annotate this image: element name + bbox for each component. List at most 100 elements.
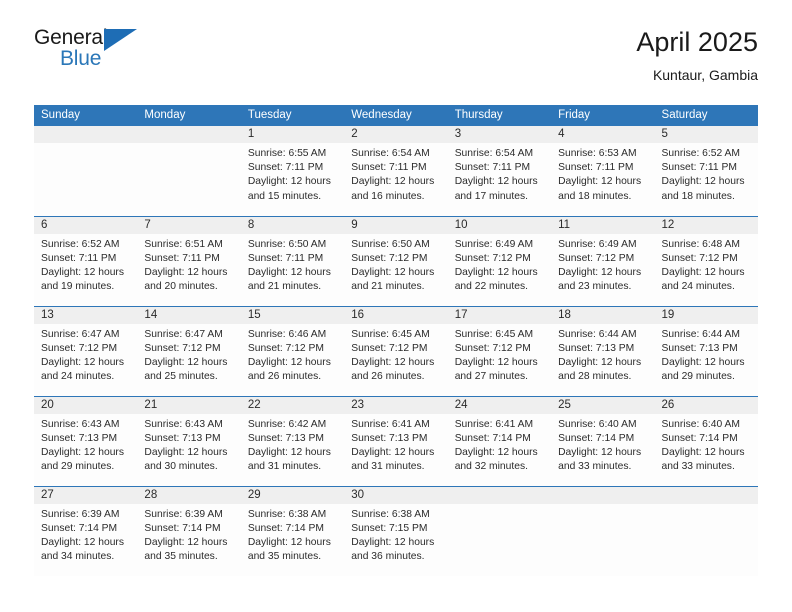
calendar-day-cell[interactable]: 23 Sunrise: 6:41 AM Sunset: 7:13 PM Dayligh… (344, 395, 448, 486)
daylight-text-line2: and 16 minutes. (351, 190, 425, 202)
sunrise-text: Sunrise: 6:41 AM (454, 418, 534, 430)
calendar-day-cell[interactable] (447, 485, 552, 576)
daylight-text-line2: and 17 minutes. (454, 190, 528, 202)
calendar-day-cell[interactable]: 19 Sunrise: 6:44 AM Sunset: 7:13 PM Dayligh… (654, 305, 758, 396)
calendar-day-cell[interactable]: 16 Sunrise: 6:45 AM Sunset: 7:12 PM Dayligh… (344, 305, 448, 396)
sunrise-text: Sunrise: 6:40 AM (661, 418, 740, 430)
calendar-day-29: 29 Sunrise: 6:38 AM Sunset: 7:14 PM Dayligh… (240, 486, 345, 576)
daylight-text-line1: Daylight: 12 hours (247, 446, 331, 458)
calendar-day-27: 27 Sunrise: 6:39 AM Sunset: 7:14 PM Dayligh… (34, 486, 138, 576)
calendar-day-cell[interactable]: 8 Sunrise: 6:50 AM Sunset: 7:11 PM Daylight… (240, 215, 345, 306)
day-number: 14 (137, 306, 241, 324)
calendar-day-cell[interactable]: 11 Sunrise: 6:49 AM Sunset: 7:12 PM Dayligh… (551, 215, 655, 306)
calendar-week-row: 27 Sunrise: 6:39 AM Sunset: 7:14 PM Dayligh… (34, 485, 758, 576)
calendar-day-cell[interactable]: 22 Sunrise: 6:42 AM Sunset: 7:13 PM Dayligh… (240, 395, 345, 486)
calendar-day-empty (551, 486, 655, 576)
day-sun-info: Sunrise: 6:47 AM Sunset: 7:12 PM Daylight:… (137, 324, 240, 385)
daylight-text-line1: Daylight: 12 hours (454, 266, 538, 278)
calendar-day-10: 10 Sunrise: 6:49 AM Sunset: 7:12 PM Dayligh… (447, 216, 552, 306)
calendar-day-cell[interactable]: 13 Sunrise: 6:47 AM Sunset: 7:12 PM Dayligh… (34, 305, 138, 396)
calendar-day-cell[interactable]: 9 Sunrise: 6:50 AM Sunset: 7:12 PM Daylight… (344, 215, 448, 306)
day-number: 18 (551, 306, 655, 324)
calendar-day-cell[interactable]: 29 Sunrise: 6:38 AM Sunset: 7:14 PM Dayligh… (240, 485, 345, 576)
day-sun-info: Sunrise: 6:45 AM Sunset: 7:12 PM Daylight:… (344, 324, 447, 385)
day-sun-info: Sunrise: 6:43 AM Sunset: 7:13 PM Daylight:… (137, 414, 240, 475)
day-sun-info: Sunrise: 6:39 AM Sunset: 7:14 PM Daylight:… (34, 504, 137, 565)
calendar-day-cell[interactable]: 10 Sunrise: 6:49 AM Sunset: 7:12 PM Dayligh… (447, 215, 552, 306)
sunset-text: Sunset: 7:12 PM (454, 252, 531, 264)
calendar-day-cell[interactable]: 30 Sunrise: 6:38 AM Sunset: 7:15 PM Dayligh… (344, 485, 448, 576)
day-sun-info: Sunrise: 6:42 AM Sunset: 7:13 PM Daylight:… (241, 414, 344, 475)
sunset-text: Sunset: 7:14 PM (144, 522, 221, 534)
sunset-text: Sunset: 7:14 PM (247, 522, 324, 534)
day-sun-info: Sunrise: 6:54 AM Sunset: 7:11 PM Daylight:… (344, 143, 447, 204)
calendar-day-cell[interactable]: 28 Sunrise: 6:39 AM Sunset: 7:14 PM Dayligh… (137, 485, 241, 576)
calendar-day-cell[interactable]: 7 Sunrise: 6:51 AM Sunset: 7:11 PM Daylight… (137, 215, 241, 306)
calendar-day-cell[interactable]: 24 Sunrise: 6:41 AM Sunset: 7:14 PM Dayligh… (447, 395, 552, 486)
calendar-day-cell[interactable]: 20 Sunrise: 6:43 AM Sunset: 7:13 PM Dayligh… (34, 395, 138, 486)
brand-name-blue: Blue (60, 47, 102, 70)
sunrise-text: Sunrise: 6:41 AM (351, 418, 430, 430)
day-number: 4 (551, 126, 655, 143)
calendar-day-cell[interactable]: 27 Sunrise: 6:39 AM Sunset: 7:14 PM Dayligh… (34, 485, 138, 576)
weekday-header-friday: Friday (551, 105, 655, 126)
brand-logo[interactable]: General Blue (34, 26, 254, 88)
calendar-day-24: 24 Sunrise: 6:41 AM Sunset: 7:14 PM Dayligh… (447, 396, 552, 486)
calendar-day-cell[interactable] (137, 126, 241, 216)
calendar-day-14: 14 Sunrise: 6:47 AM Sunset: 7:12 PM Dayligh… (137, 306, 241, 396)
calendar-day-30: 30 Sunrise: 6:38 AM Sunset: 7:15 PM Dayligh… (344, 486, 448, 576)
sunrise-text: Sunrise: 6:42 AM (247, 418, 327, 430)
calendar-day-cell[interactable]: 4 Sunrise: 6:53 AM Sunset: 7:11 PM Daylight… (551, 126, 655, 216)
calendar-day-empty (34, 126, 138, 215)
calendar-day-15: 15 Sunrise: 6:46 AM Sunset: 7:12 PM Dayligh… (240, 306, 345, 396)
day-number (137, 126, 241, 143)
day-sun-info: Sunrise: 6:51 AM Sunset: 7:11 PM Daylight:… (137, 234, 240, 295)
daylight-text-line1: Daylight: 12 hours (661, 176, 745, 188)
calendar-day-18: 18 Sunrise: 6:44 AM Sunset: 7:13 PM Dayligh… (551, 306, 655, 396)
calendar-day-cell[interactable]: 6 Sunrise: 6:52 AM Sunset: 7:11 PM Daylight… (34, 215, 138, 306)
calendar-day-cell[interactable]: 12 Sunrise: 6:48 AM Sunset: 7:12 PM Dayligh… (654, 215, 758, 306)
day-sun-info: Sunrise: 6:40 AM Sunset: 7:14 PM Daylight:… (655, 414, 758, 475)
day-sun-info: Sunrise: 6:44 AM Sunset: 7:13 PM Daylight:… (551, 324, 654, 385)
sunrise-text: Sunrise: 6:54 AM (454, 148, 534, 159)
daylight-text-line2: and 28 minutes. (558, 371, 632, 383)
calendar-day-21: 21 Sunrise: 6:43 AM Sunset: 7:13 PM Dayligh… (137, 396, 241, 486)
calendar-day-cell[interactable] (654, 485, 758, 576)
daylight-text-line1: Daylight: 12 hours (41, 356, 124, 368)
calendar-day-cell[interactable]: 1 Sunrise: 6:55 AM Sunset: 7:11 PM Daylight… (240, 126, 345, 216)
calendar-day-cell[interactable]: 21 Sunrise: 6:43 AM Sunset: 7:13 PM Dayligh… (137, 395, 241, 486)
sunset-text: Sunset: 7:14 PM (558, 432, 635, 444)
day-number (551, 486, 655, 504)
sunset-text: Sunset: 7:12 PM (247, 342, 324, 354)
sunrise-text: Sunrise: 6:44 AM (558, 328, 637, 340)
calendar-day-23: 23 Sunrise: 6:41 AM Sunset: 7:13 PM Dayligh… (344, 396, 448, 486)
calendar-day-cell[interactable]: 25 Sunrise: 6:40 AM Sunset: 7:14 PM Dayligh… (551, 395, 655, 486)
calendar-day-cell[interactable]: 5 Sunrise: 6:52 AM Sunset: 7:11 PM Daylight… (654, 126, 758, 216)
daylight-text-line1: Daylight: 12 hours (144, 446, 228, 458)
daylight-text-line1: Daylight: 12 hours (351, 356, 435, 368)
sunrise-text: Sunrise: 6:52 AM (661, 148, 740, 159)
calendar-day-19: 19 Sunrise: 6:44 AM Sunset: 7:13 PM Dayligh… (654, 306, 758, 396)
sunset-text: Sunset: 7:11 PM (558, 162, 634, 174)
daylight-text-line1: Daylight: 12 hours (454, 446, 538, 458)
day-sun-info: Sunrise: 6:41 AM Sunset: 7:13 PM Daylight:… (344, 414, 447, 475)
daylight-text-line1: Daylight: 12 hours (454, 176, 538, 188)
calendar-day-cell[interactable]: 2 Sunrise: 6:54 AM Sunset: 7:11 PM Daylight… (344, 126, 448, 216)
sunrise-text: Sunrise: 6:51 AM (144, 238, 223, 250)
calendar-day-cell[interactable]: 15 Sunrise: 6:46 AM Sunset: 7:12 PM Dayligh… (240, 305, 345, 396)
sunset-text: Sunset: 7:14 PM (454, 432, 531, 444)
calendar-day-cell[interactable] (34, 126, 138, 216)
calendar-day-cell[interactable]: 18 Sunrise: 6:44 AM Sunset: 7:13 PM Dayligh… (551, 305, 655, 396)
calendar-day-cell[interactable]: 3 Sunrise: 6:54 AM Sunset: 7:11 PM Daylight… (447, 126, 552, 216)
daylight-text-line2: and 24 minutes. (41, 371, 115, 383)
day-number: 7 (137, 216, 241, 234)
calendar-day-cell[interactable]: 26 Sunrise: 6:40 AM Sunset: 7:14 PM Dayligh… (654, 395, 758, 486)
day-number: 22 (240, 396, 345, 414)
calendar-day-cell[interactable] (551, 485, 655, 576)
day-number: 23 (344, 396, 448, 414)
calendar-day-cell[interactable]: 14 Sunrise: 6:47 AM Sunset: 7:12 PM Dayligh… (137, 305, 241, 396)
sunrise-text: Sunrise: 6:54 AM (351, 148, 430, 159)
day-sun-info: Sunrise: 6:43 AM Sunset: 7:13 PM Daylight:… (34, 414, 137, 475)
daylight-text-line1: Daylight: 12 hours (558, 446, 642, 458)
calendar-day-cell[interactable]: 17 Sunrise: 6:45 AM Sunset: 7:12 PM Dayligh… (447, 305, 552, 396)
